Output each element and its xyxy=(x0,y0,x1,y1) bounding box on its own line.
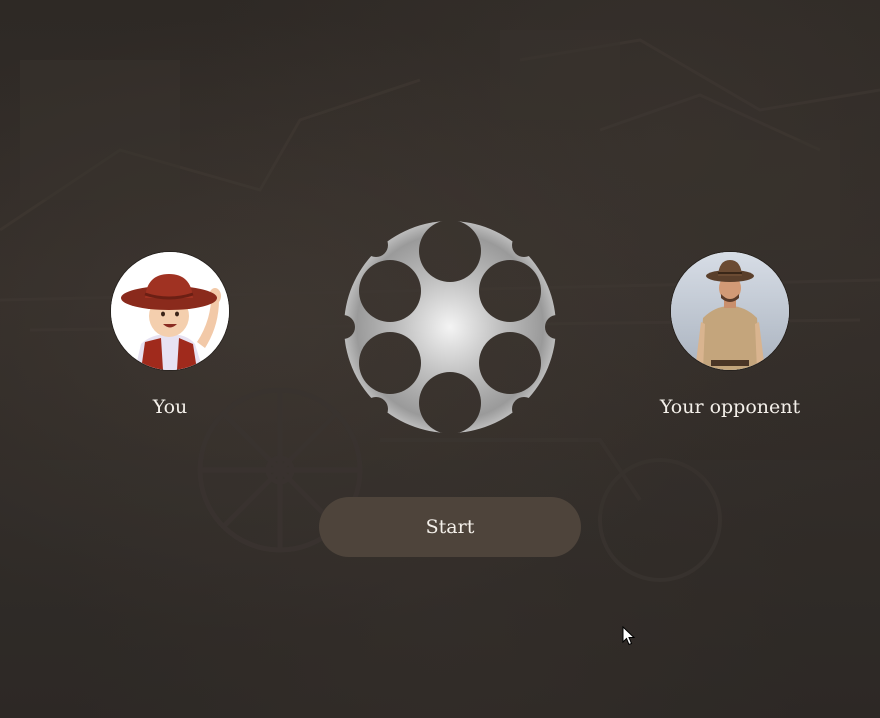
mouse-pointer-icon xyxy=(622,625,636,646)
cowboy-man-avatar xyxy=(671,252,789,370)
player-you-label: You xyxy=(152,396,188,418)
player-opponent-label: Your opponent xyxy=(659,396,801,418)
revolver-cylinder-icon xyxy=(343,216,557,438)
player-opponent: Your opponent xyxy=(640,252,820,420)
cowboy-baby-avatar xyxy=(111,252,229,370)
start-button[interactable]: Start xyxy=(319,497,581,557)
player-you: You xyxy=(80,252,260,420)
